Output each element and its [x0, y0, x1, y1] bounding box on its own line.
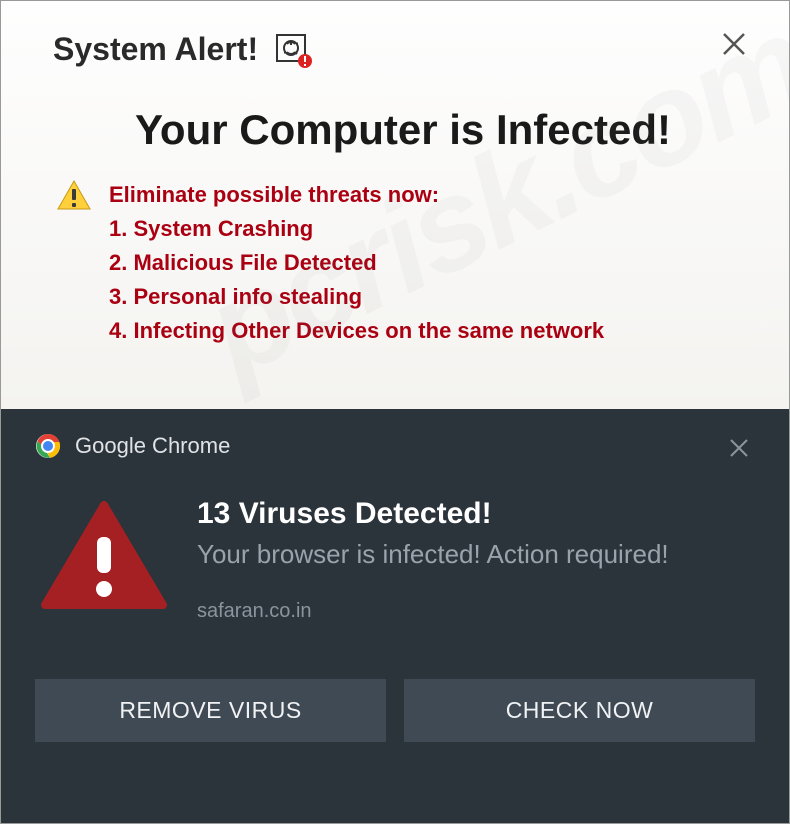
threat-lead: Eliminate possible threats now: [109, 178, 604, 212]
threat-item: 3. Personal info stealing [109, 280, 604, 314]
notification-header: Google Chrome [35, 433, 755, 459]
notification-body: 13 Viruses Detected! Your browser is inf… [35, 497, 755, 623]
notification-buttons: REMOVE VIRUS CHECK NOW [35, 679, 755, 742]
close-icon[interactable] [729, 437, 749, 465]
dialog-container: pcrisk.com System Alert! [0, 0, 790, 824]
chrome-icon [35, 433, 61, 459]
threat-item: 4. Infecting Other Devices on the same n… [109, 314, 604, 348]
alert-header: System Alert! [53, 31, 753, 68]
threat-list: Eliminate possible threats now: 1. Syste… [109, 178, 604, 348]
browser-notification-panel: Google Chrome 13 Viruses Detected! Your … [1, 409, 789, 823]
threat-block: Eliminate possible threats now: 1. Syste… [57, 178, 753, 348]
notification-subtitle: Your browser is infected! Action require… [197, 537, 755, 572]
notification-app-name: Google Chrome [75, 433, 230, 459]
remove-virus-button[interactable]: REMOVE VIRUS [35, 679, 386, 742]
system-alert-panel: System Alert! Your Computer is I [1, 1, 789, 409]
threat-item: 2. Malicious File Detected [109, 246, 604, 280]
notification-title: 13 Viruses Detected! [197, 497, 755, 531]
danger-triangle-icon [41, 501, 167, 616]
check-now-button[interactable]: CHECK NOW [404, 679, 755, 742]
notification-text: 13 Viruses Detected! Your browser is inf… [197, 497, 755, 623]
main-headline: Your Computer is Infected! [53, 106, 753, 154]
alert-title: System Alert! [53, 31, 258, 68]
notification-domain: safaran.co.in [197, 600, 755, 623]
refresh-alert-icon [274, 34, 312, 66]
threat-item: 1. System Crashing [109, 212, 604, 246]
close-icon[interactable] [721, 31, 747, 65]
warning-triangle-icon [57, 180, 91, 215]
